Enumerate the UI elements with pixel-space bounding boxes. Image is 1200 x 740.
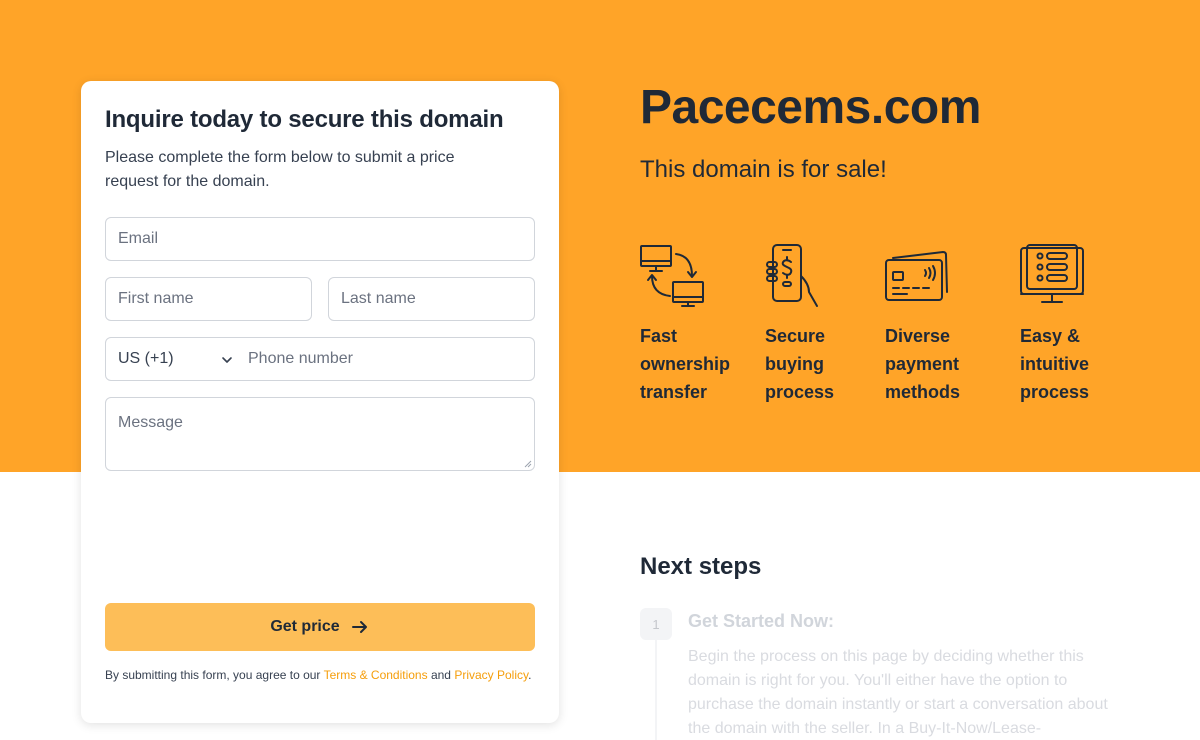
feature-label: Diverse payment methods — [885, 326, 961, 402]
for-sale-tagline: This domain is for sale! — [640, 156, 887, 183]
feature-label: Easy & intuitive process — [1020, 326, 1090, 402]
step-title: Get Started Now: — [688, 611, 835, 631]
chevron-down-icon — [222, 357, 232, 363]
legal-notice: By submitting this form, you agree to ou… — [105, 667, 535, 683]
first-name-placeholder: First name — [118, 290, 194, 307]
phone-field-group: US (+1) Phone number — [105, 337, 535, 381]
resize-handle-icon[interactable] — [524, 460, 532, 468]
feature-label: Fast ownership transfer — [640, 326, 731, 402]
last-name-placeholder: Last name — [341, 290, 416, 307]
form-subtitle: Please complete the form below to submit… — [105, 149, 455, 190]
get-price-button[interactable]: Get price — [105, 603, 535, 651]
terms-link[interactable]: Terms & Conditions — [324, 668, 428, 682]
monitor-list-icon — [1020, 244, 1084, 303]
message-textarea[interactable]: Message — [105, 397, 535, 471]
first-name-field[interactable]: First name — [105, 277, 312, 321]
step-body: Begin the process on this page by decidi… — [688, 648, 1108, 737]
message-placeholder: Message — [118, 414, 183, 431]
get-price-label: Get price — [270, 618, 340, 635]
last-name-field[interactable]: Last name — [328, 277, 535, 321]
country-code-select[interactable]: US (+1) — [106, 338, 236, 380]
feature-diverse-payment: Diverse payment methods — [885, 244, 995, 406]
form-title: Inquire today to secure this domain — [105, 106, 504, 133]
arrow-right-icon — [351, 621, 367, 633]
transfer-icon — [640, 245, 704, 307]
legal-and: and — [427, 668, 455, 682]
step-connector — [655, 640, 657, 740]
secure-phone-icon — [766, 244, 818, 307]
feature-label: Secure buying process — [765, 326, 835, 402]
feature-secure-buying: Secure buying process — [765, 244, 875, 406]
domain-name: Pacecems.com — [640, 81, 981, 134]
credit-card-icon — [885, 251, 948, 301]
email-placeholder: Email — [118, 230, 159, 247]
privacy-link[interactable]: Privacy Policy — [454, 668, 528, 682]
step-number: 1 — [640, 608, 672, 640]
email-field[interactable]: Email — [105, 217, 535, 261]
next-steps-title: Next steps — [640, 553, 762, 580]
feature-fast-transfer: Fast ownership transfer — [640, 244, 750, 406]
legal-suffix: . — [528, 668, 532, 682]
country-code-value: US (+1) — [118, 350, 174, 367]
phone-number-input[interactable]: Phone number — [236, 350, 353, 368]
inquiry-form-card: Inquire today to secure this domain Plea… — [81, 81, 559, 723]
legal-prefix: By submitting this form, you agree to ou… — [105, 668, 324, 682]
feature-easy-process: Easy & intuitive process — [1020, 244, 1130, 406]
